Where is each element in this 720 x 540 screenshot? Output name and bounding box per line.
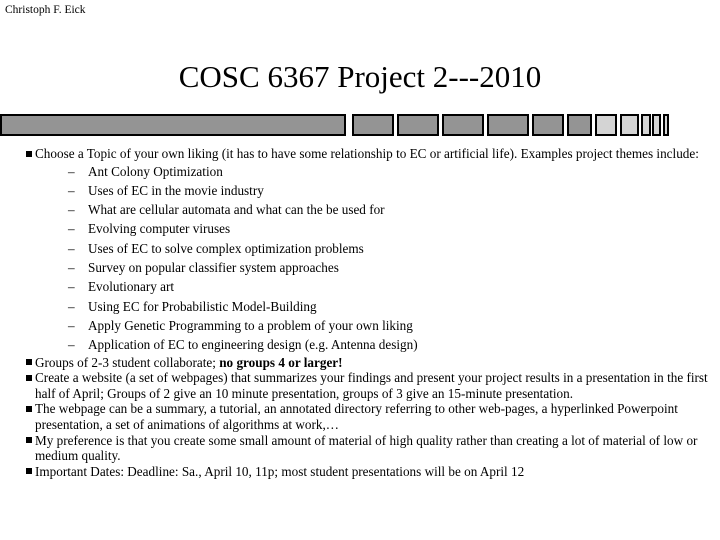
list-item: – Uses of EC in the movie industry [0,181,720,200]
dash-bullet-icon: – [68,337,75,353]
list-item: Important Dates: Deadline: Sa., April 10… [0,464,720,480]
list-item: – Evolutionary art [0,277,720,296]
list-item: The webpage can be a summary, a tutorial… [0,401,720,432]
list-item-label: Ant Colony Optimization [88,163,223,179]
list-item-label: Uses of EC in the movie industry [88,182,264,198]
list-item-label: My preference is that you create some sm… [35,432,698,464]
divider-segment-7 [567,114,592,136]
list-item-label: Create a website (a set of webpages) tha… [35,370,708,401]
dash-bullet-icon: – [68,221,75,237]
dash-bullet-icon: – [68,298,75,314]
divider-segment-11 [652,114,661,136]
bullet-list: Choose a Topic of your own liking (it ha… [0,146,720,479]
list-item: – Application of EC to engineering desig… [0,335,720,354]
decorative-divider-bar [0,114,720,138]
square-bullet-icon [26,468,32,475]
list-item: Create a website (a set of webpages) tha… [0,370,720,401]
square-bullet-icon [26,150,32,157]
divider-segment-6 [532,114,564,136]
divider-segment-3 [397,114,439,136]
list-item-emphasis: no groups 4 or larger! [219,354,343,370]
divider-segment-5 [487,114,529,136]
list-item-label: What are cellular automata and what can … [88,202,385,218]
list-item-label: Evolutionary art [88,279,175,295]
dash-bullet-icon: – [68,163,75,179]
list-item-label: Important Dates: Deadline: Sa., April 10… [35,463,525,479]
list-item-label: Apply Genetic Programming to a problem o… [88,317,413,333]
list-item-label: Choose a Topic of your own liking (it ha… [35,146,699,161]
divider-segment-10 [641,114,651,136]
list-item: – Uses of EC to solve complex optimizati… [0,239,720,258]
dash-bullet-icon: – [68,260,75,276]
list-item-label: Application of EC to engineering design … [88,337,418,353]
divider-segment-1 [0,114,346,136]
dash-bullet-icon: – [68,240,75,256]
list-item: – Survey on popular classifier system ap… [0,258,720,277]
list-item: Choose a Topic of your own liking (it ha… [0,146,720,162]
list-item: – Ant Colony Optimization [0,162,720,181]
dash-bullet-icon: – [68,182,75,198]
list-item: – What are cellular automata and what ca… [0,200,720,219]
dash-bullet-icon: – [68,279,75,295]
divider-segment-12 [663,114,669,136]
page-title: COSC 6367 Project 2---2010 [178,59,542,94]
list-item: – Apply Genetic Programming to a problem… [0,316,720,335]
list-item: Groups of 2-3 student collaborate; no gr… [0,355,720,371]
list-item-label: Uses of EC to solve complex optimization… [88,240,364,256]
dash-bullet-icon: – [68,317,75,333]
divider-segment-8 [595,114,617,136]
dash-bullet-icon: – [68,202,75,218]
square-bullet-icon [26,374,32,381]
list-item-label: The webpage can be a summary, a tutorial… [35,401,678,432]
list-item: – Using EC for Probabilistic Model-Build… [0,297,720,316]
square-bullet-icon [26,359,32,366]
square-bullet-icon [26,437,32,444]
divider-segment-9 [620,114,639,136]
list-item-label: Survey on popular classifier system appr… [88,260,339,276]
divider-segment-4 [442,114,484,136]
list-item-label: Evolving computer viruses [88,221,231,237]
list-item: – Evolving computer viruses [0,219,720,238]
list-item: My preference is that you create some sm… [0,433,720,464]
list-item-label: Using EC for Probabilistic Model-Buildin… [88,298,317,314]
author-name: Christoph F. Eick [5,4,86,16]
divider-segment-2 [352,114,394,136]
square-bullet-icon [26,405,32,412]
list-item-label: Groups of 2-3 student collaborate; [35,354,220,370]
